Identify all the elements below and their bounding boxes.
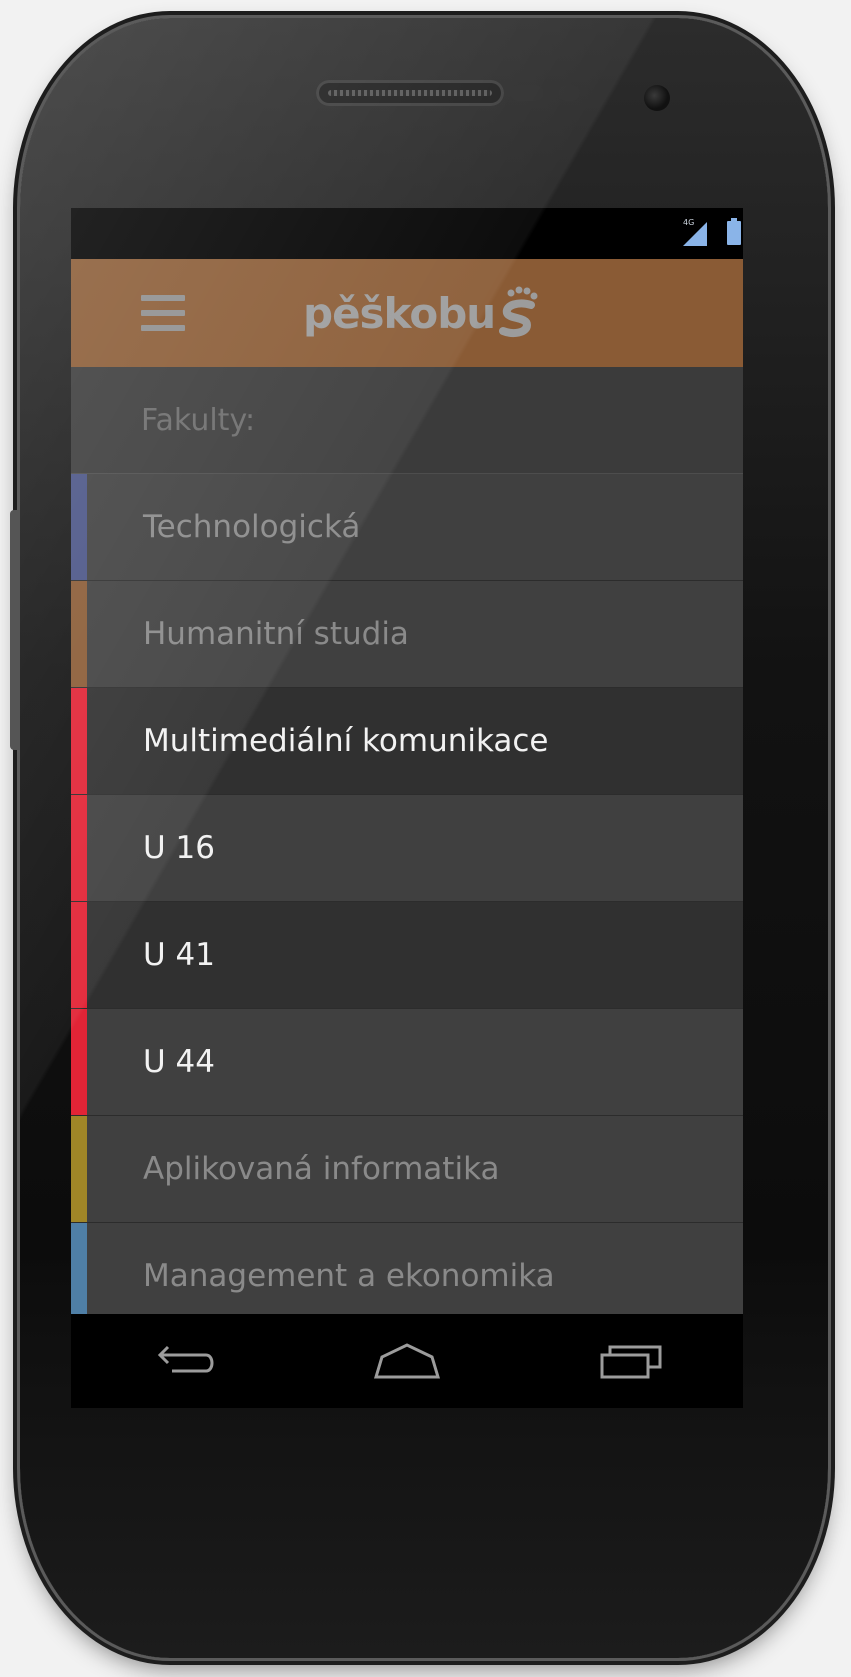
- recent-apps-icon[interactable]: [596, 1337, 666, 1385]
- phone-side-button: [10, 510, 20, 750]
- faculty-item-label: Aplikovaná informatika: [143, 1151, 500, 1187]
- back-icon[interactable]: [148, 1337, 218, 1385]
- network-type-label: 4G: [683, 218, 695, 227]
- faculty-item[interactable]: Humanitní studia: [71, 581, 743, 688]
- faculty-item[interactable]: Technologická: [71, 474, 743, 581]
- faculty-item[interactable]: U 16: [71, 795, 743, 902]
- app-bar: pěškobu: [71, 259, 743, 367]
- faculty-color-indicator: [71, 1009, 87, 1115]
- proximity-sensor: [510, 85, 544, 101]
- earpiece-speaker: [316, 80, 504, 106]
- phone-screen: 4G pěškobu Fakulty: Technologická Humanit…: [71, 208, 743, 1408]
- faculty-item-label: Technologická: [143, 509, 361, 545]
- faculty-item-label: U 41: [143, 937, 215, 973]
- hamburger-menu-icon[interactable]: [141, 295, 185, 331]
- faculty-item-label: U 16: [143, 830, 215, 866]
- faculty-color-indicator: [71, 902, 87, 1008]
- faculty-item-label: Humanitní studia: [143, 616, 409, 652]
- navigation-bar: [71, 1314, 743, 1408]
- faculty-item-label: U 44: [143, 1044, 215, 1080]
- faculty-color-indicator: [71, 795, 87, 901]
- faculty-color-indicator: [71, 688, 87, 794]
- faculty-item[interactable]: Multimediální komunikace: [71, 688, 743, 795]
- app-logo: pěškobu: [303, 283, 541, 343]
- faculty-item-label: Multimediální komunikace: [143, 723, 549, 759]
- front-camera: [644, 85, 670, 111]
- faculties-header: Fakulty:: [71, 367, 743, 474]
- status-bar: 4G: [71, 208, 743, 259]
- footprints-logo-icon: [499, 286, 538, 337]
- faculty-item[interactable]: U 41: [71, 902, 743, 1009]
- faculty-item-label: Management a ekonomika: [143, 1258, 555, 1294]
- faculty-color-indicator: [71, 1116, 87, 1222]
- battery-icon: [727, 218, 741, 245]
- faculty-item[interactable]: Aplikovaná informatika: [71, 1116, 743, 1223]
- logo-text: pěškobu: [303, 288, 496, 338]
- signal-icon: 4G: [683, 218, 707, 246]
- home-icon[interactable]: [372, 1337, 442, 1385]
- light-sensor: [558, 85, 580, 101]
- faculty-list: Technologická Humanitní studia Multimediál…: [71, 474, 743, 1330]
- faculty-color-indicator: [71, 581, 87, 687]
- faculty-item[interactable]: U 44: [71, 1009, 743, 1116]
- faculty-color-indicator: [71, 474, 87, 580]
